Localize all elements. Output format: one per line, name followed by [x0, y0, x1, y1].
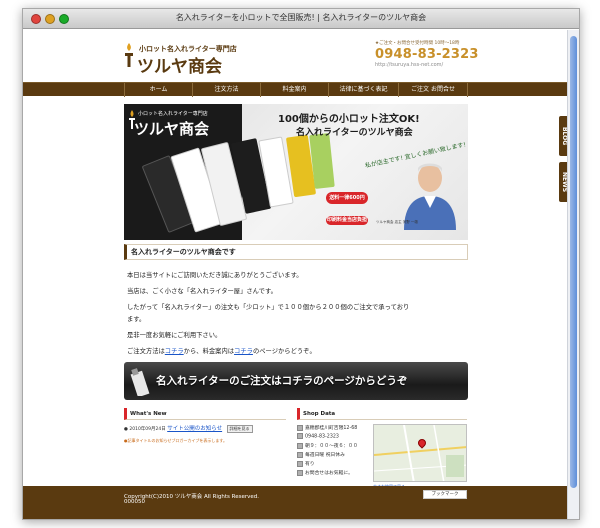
clock-icon: [297, 442, 303, 449]
printing-badge: 印刷料金当店負担: [326, 216, 368, 225]
header-contact: ★ご注文・お問合せ受付時間 10時～18時 0948-83-2323 http:…: [375, 40, 495, 68]
hero-logo-name: ツルヤ商会: [134, 120, 210, 138]
map-roads: [374, 425, 466, 481]
header-phone-number: 0948-83-2323: [375, 47, 479, 62]
intro-paragraph-3: したがって「名入れライター」の注文も「少ロット」で１００個から２００個のご注文で…: [127, 304, 410, 311]
owner-caption: ツルヤ商会 店主 河野 一雄: [376, 220, 418, 224]
news-item: ● 2010年09月24日 サイト公開のお知らせ 詳細を見る: [124, 424, 286, 433]
shop-map[interactable]: [373, 424, 467, 482]
paragraph-5-prefix: ご注文方法は: [127, 348, 165, 355]
bookmark-button[interactable]: ブックマーク: [423, 490, 467, 499]
news-date: ● 2010年09月24日: [124, 427, 166, 432]
hero-logo-tagline: 小ロット名入れライター専門店: [138, 111, 208, 117]
window-title: 名入れライターを小ロットで全国販売! | 名入れライターのツルヤ商会: [175, 13, 427, 22]
news-detail-button[interactable]: 詳細を見る: [226, 425, 253, 433]
business-hours-note: ★ご注文・お問合せ受付時間 10時～18時: [375, 41, 460, 46]
shop-data-title: Shop Data: [297, 408, 467, 420]
main-navigation: ホーム 注文方法 料金案内 法律に基づく表記 ご注文 お問合せ: [23, 82, 569, 97]
visitor-counter: 000050: [124, 499, 145, 505]
shipping-badge: 送料一律600円: [326, 192, 368, 204]
news-link[interactable]: サイト公開のお知らせ: [167, 426, 222, 432]
header-site-url: http://tsuruya.hss-net.com/: [375, 62, 444, 68]
lighter-logo-icon: [125, 43, 133, 67]
mail-icon: [297, 469, 303, 476]
shop-holidays: 毎週日曜 祝日休み: [297, 451, 345, 458]
shop-hours: 朝９：００～夜６：００: [297, 442, 358, 449]
shop-address: 嘉穂郡桂川町吉隈12-68: [297, 424, 357, 431]
lighter-image-green: [309, 133, 335, 189]
news-note: ●記事タイトルのお知らせブロガーカイブを表示します。: [124, 438, 228, 443]
hero-subheadline: 名入れライターのツルヤ商会: [296, 128, 413, 138]
intro-paragraph-1: 本日は当サイトにご訪問いただき誠にありがとうございます。: [127, 272, 303, 279]
nav-item-pricing[interactable]: 料金案内: [260, 83, 328, 97]
nav-item-home[interactable]: ホーム: [124, 83, 192, 97]
intro-paragraph-4: 是非一度お気軽にご利用下さい。: [127, 332, 222, 339]
nav-item-legal-notice[interactable]: 法律に基づく表記: [328, 83, 398, 97]
logo-name: ツルヤ商会: [137, 57, 222, 77]
title-bar: 名入れライターを小ロットで全国販売! | 名入れライターのツルヤ商会: [23, 9, 579, 29]
hero-headline: 100個からの小ロット注文OK!: [278, 114, 420, 125]
hero-banner: 小ロット名入れライター専門店 ツルヤ商会 100個からの小ロット注文OK! 名入…: [124, 104, 468, 240]
nav-item-order-method[interactable]: 注文方法: [192, 83, 260, 97]
shop-parking: 有り: [297, 460, 315, 467]
intro-paragraph-5: ご注文方法はコチラから、料金案内はコチラのページからどうぞ。: [127, 346, 316, 355]
scrollbar-thumb[interactable]: [570, 36, 577, 488]
site-header: 小ロット名入れライター専門店 ツルヤ商会 ★ご注文・お問合せ受付時間 10時～1…: [23, 30, 569, 82]
site-footer: Copyright(C)2010 ツルヤ商会 All Rights Reserv…: [23, 486, 569, 519]
phone-icon: [297, 433, 303, 439]
shop-inquiry: お問合せはお気軽に。: [297, 469, 353, 476]
intro-section-title: 名入れライターのツルヤ商会です: [124, 244, 468, 260]
parking-icon: [297, 460, 303, 467]
shop-phone: 0948-83-2323: [297, 433, 339, 440]
page-content: 小ロット名入れライター専門店 ツルヤ商会 ★ご注文・お問合せ受付時間 10時～1…: [23, 30, 569, 519]
intro-paragraph-3-cont: ます。: [127, 316, 146, 323]
order-method-link[interactable]: コチラ: [165, 348, 184, 355]
vertical-scrollbar[interactable]: [567, 30, 579, 519]
banner-lighter-icon: [130, 368, 150, 396]
pricing-link[interactable]: コチラ: [234, 348, 253, 355]
intro-paragraph-2: 当店は、ごく小さな「名入れライター屋」さんです。: [127, 288, 277, 295]
whats-new-title: What's New: [124, 408, 286, 420]
browser-window: 名入れライターを小ロットで全国販売! | 名入れライターのツルヤ商会 小ロット名…: [22, 8, 580, 520]
address-icon: [297, 424, 303, 431]
order-banner-text: 名入れライターのご注文はコチラのページからどうぞ: [156, 375, 408, 387]
calendar-icon: [297, 451, 303, 458]
nav-item-contact[interactable]: ご注文 お問合せ: [398, 83, 468, 97]
order-banner-button[interactable]: 名入れライターのご注文はコチラのページからどうぞ: [124, 362, 468, 400]
paragraph-5-suffix: のページからどうぞ。: [252, 348, 316, 355]
paragraph-5-middle: から、料金案内は: [183, 348, 235, 355]
